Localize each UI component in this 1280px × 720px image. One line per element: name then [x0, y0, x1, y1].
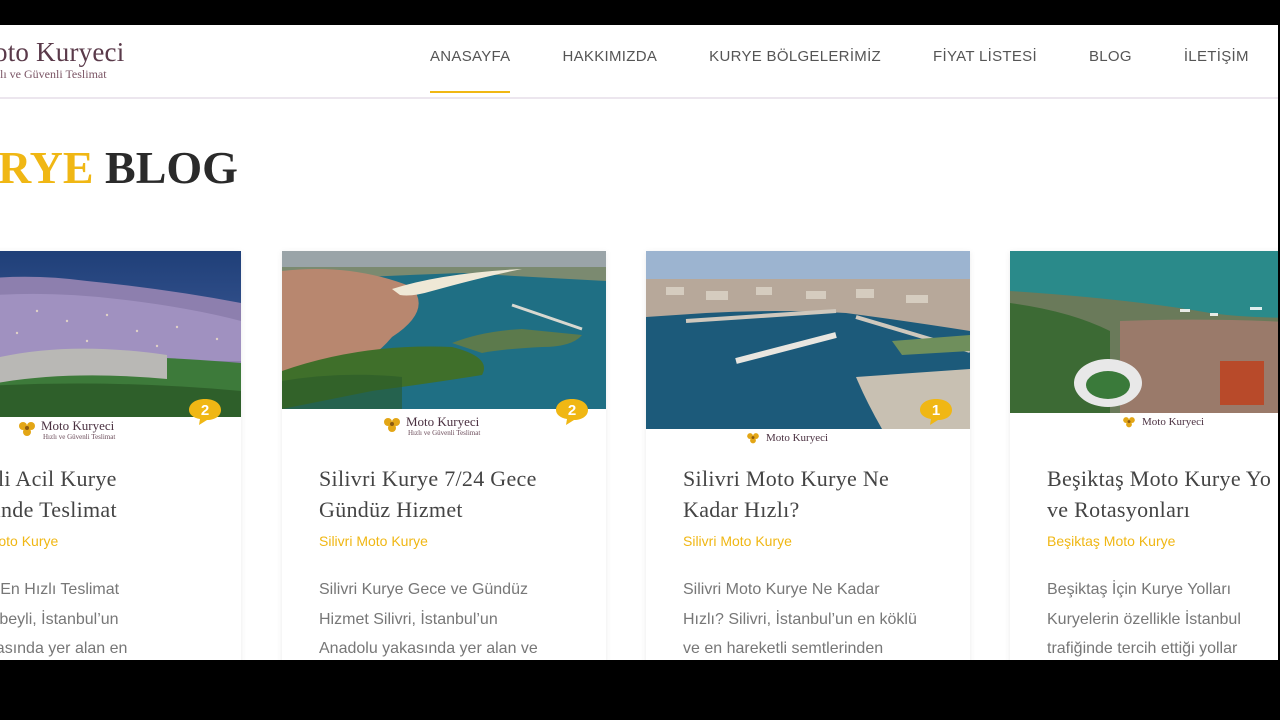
- card-logo-name: Moto Kuryeci: [41, 418, 115, 433]
- card-title-line: k. İçinde Teslimat: [0, 497, 117, 522]
- card-logo-name: Moto Kuryeci: [1142, 416, 1205, 428]
- excerpt-line: trafiğinde tercih ettiği yollar: [1047, 640, 1238, 657]
- excerpt-line: Hizmet Silivri, İstanbul’un: [319, 610, 498, 628]
- comment-count: 2: [200, 402, 210, 419]
- browser-viewport: oto Kuryeci lı ve Güvenli Teslimat ANASA…: [0, 25, 1280, 660]
- card-title[interactable]: Silivri Kurye 7/24 Gece Gündüz Hizmet: [319, 463, 619, 525]
- site-logo[interactable]: oto Kuryeci lı ve Güvenli Teslimat: [0, 37, 124, 81]
- card-excerpt: nbeyli En Hızlı Teslimat Sultanbeyli, İs…: [0, 575, 244, 660]
- comment-count-badge[interactable]: 2: [554, 397, 590, 427]
- comment-count-badge[interactable]: 1: [918, 397, 954, 427]
- logo-tagline: lı ve Güvenli Teslimat: [0, 67, 107, 81]
- comment-count: 2: [567, 402, 577, 419]
- flower-icon: [384, 418, 400, 432]
- card-category[interactable]: Silivri Moto Kurye: [319, 533, 428, 549]
- excerpt-line: Silivri Moto Kurye Ne Kadar: [683, 581, 880, 598]
- nav-blog[interactable]: BLOG: [1089, 25, 1132, 97]
- blog-card[interactable]: Moto Kuryeci Beşiktaş Moto Kurye Yo ve R…: [1010, 251, 1280, 660]
- card-category[interactable]: Silivri Moto Kurye: [683, 533, 792, 549]
- excerpt-line: Anadolu yakasında yer alan ve: [319, 640, 538, 657]
- nav-kurye-bolgelerimiz[interactable]: KURYE BÖLGELERİMİZ: [709, 25, 881, 97]
- nav-hakkimizda[interactable]: HAKKIMIZDA: [562, 25, 657, 97]
- card-title[interactable]: nbeyli Acil Kurye k. İçinde Teslimat: [0, 463, 254, 525]
- card-logo-name: Moto Kuryeci: [406, 414, 480, 429]
- blog-card[interactable]: 2 Moto Kuryeci Hızlı ve Güvenli Teslimat…: [0, 251, 241, 660]
- nav-anasayfa[interactable]: ANASAYFA: [430, 25, 511, 97]
- excerpt-line: Beşiktaş İçin Kurye Yolları: [1047, 581, 1232, 598]
- card-title[interactable]: Silivri Moto Kurye Ne Kadar Hızlı?: [683, 463, 983, 525]
- blog-card[interactable]: 2 Moto Kuryeci Hızlı ve Güvenli Teslimat…: [282, 251, 606, 660]
- nav-iletisim[interactable]: İLETİŞİM: [1184, 25, 1249, 97]
- card-image[interactable]: [1010, 251, 1280, 413]
- page-title-accent: RYE: [0, 142, 94, 193]
- card-category[interactable]: Beşiktaş Moto Kurye: [1047, 533, 1175, 549]
- card-logo-tagline: Hızlı ve Güvenli Teslimat: [43, 433, 116, 441]
- excerpt-line: ve en hareketli semtlerinden: [683, 640, 884, 657]
- card-title-line: Beşiktaş Moto Kurye Yo: [1047, 466, 1272, 491]
- card-title-line: Silivri Moto Kurye Ne: [683, 466, 890, 491]
- excerpt-line: Hızlı? Silivri, İstanbul’un en köklü: [683, 610, 917, 628]
- card-logo-tagline: Hızlı ve Güvenli Teslimat: [408, 429, 481, 437]
- excerpt-line: nbeyli En Hızlı Teslimat: [0, 581, 120, 598]
- card-excerpt: Silivri Kurye Gece ve Gündüz Hizmet Sili…: [319, 575, 609, 660]
- site-header: oto Kuryeci lı ve Güvenli Teslimat ANASA…: [0, 25, 1280, 99]
- card-title-line: nbeyli Acil Kurye: [0, 466, 117, 491]
- card-category[interactable]: beyli Moto Kurye: [0, 533, 58, 549]
- card-brand-logo: Moto Kuryeci: [744, 431, 874, 465]
- logo-name: oto Kuryeci: [0, 37, 125, 67]
- card-brand-logo: Moto Kuryeci Hızlı ve Güvenli Teslimat: [15, 419, 145, 453]
- card-title[interactable]: Beşiktaş Moto Kurye Yo ve Rotasyonları: [1047, 463, 1280, 525]
- card-title-line: ve Rotasyonları: [1047, 497, 1191, 522]
- flower-icon: [747, 433, 759, 444]
- excerpt-line: Kuryelerin özellikle İstanbul: [1047, 610, 1241, 628]
- excerpt-line: lu yakasında yer alan en: [0, 640, 128, 657]
- card-excerpt: Beşiktaş İçin Kurye Yolları Kuryelerin ö…: [1047, 575, 1280, 660]
- flower-icon: [1123, 417, 1135, 428]
- card-title-line: Silivri Kurye 7/24 Gece: [319, 466, 537, 491]
- page-title-rest: BLOG: [93, 142, 238, 193]
- card-image[interactable]: [282, 251, 606, 409]
- card-brand-logo: Moto Kuryeci Hızlı ve Güvenli Teslimat: [380, 415, 510, 449]
- excerpt-line: Sultanbeyli, İstanbul’un: [0, 610, 119, 628]
- card-title-line: Gündüz Hizmet: [319, 497, 463, 522]
- main-nav: ANASAYFA HAKKIMIZDA KURYE BÖLGELERİMİZ F…: [430, 25, 1249, 97]
- excerpt-line: Silivri Kurye Gece ve Gündüz: [319, 581, 528, 598]
- card-excerpt: Silivri Moto Kurye Ne Kadar Hızlı? Siliv…: [683, 575, 973, 660]
- card-image[interactable]: [0, 251, 241, 417]
- card-title-line: Kadar Hızlı?: [683, 497, 800, 522]
- page-title: RYE BLOG: [0, 143, 238, 193]
- flower-icon: [19, 422, 35, 436]
- comment-count-badge[interactable]: 2: [187, 397, 223, 427]
- comment-count: 1: [931, 402, 941, 419]
- nav-fiyat-listesi[interactable]: FİYAT LİSTESİ: [933, 25, 1037, 97]
- card-brand-logo: Moto Kuryeci: [1120, 415, 1250, 449]
- blog-card[interactable]: 1 Moto Kuryeci Silivri Moto Kurye Ne Kad…: [646, 251, 970, 660]
- card-logo-name: Moto Kuryeci: [766, 432, 829, 444]
